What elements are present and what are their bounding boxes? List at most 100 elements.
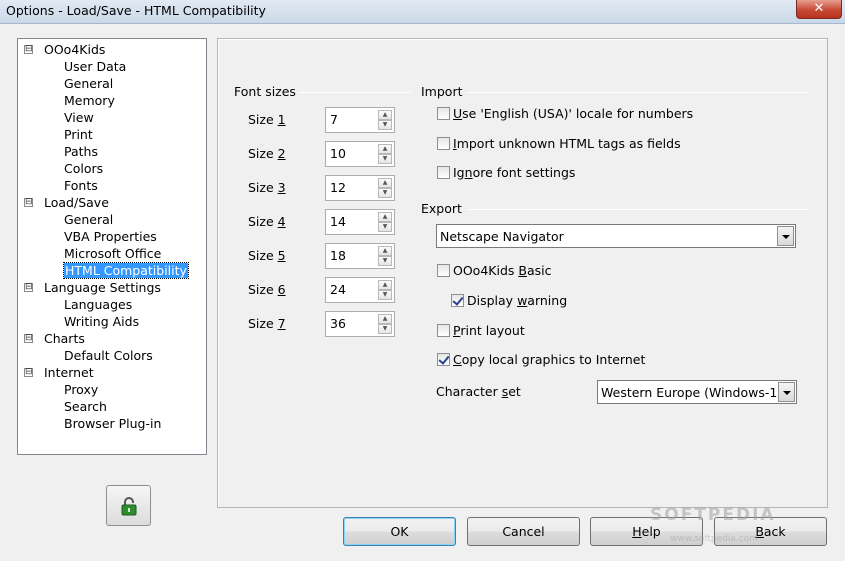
export-browser-value: Netscape Navigator <box>440 229 564 244</box>
import-unknown-tags-checkbox[interactable] <box>437 137 450 150</box>
font-size-value[interactable]: 7 <box>330 112 338 127</box>
spin-up-icon[interactable]: ▲ <box>378 314 392 324</box>
tree-item[interactable]: VBA Properties <box>64 228 157 245</box>
use-english-locale-label[interactable]: Use 'English (USA)' locale for numbers <box>453 106 693 121</box>
tree-item[interactable]: OOo4Kids <box>44 41 105 58</box>
tree-item[interactable]: Languages <box>64 296 132 313</box>
tree-item[interactable]: Charts <box>44 330 85 347</box>
character-set-value: Western Europe (Windows-1252 <box>601 385 779 400</box>
watermark-url: www.softpedia.com <box>670 534 758 544</box>
spin-down-icon[interactable]: ▼ <box>378 290 392 300</box>
font-size-spinbox[interactable]: 7 ▲ ▼ <box>325 107 395 133</box>
font-size-spinbox[interactable]: 12 ▲ ▼ <box>325 175 395 201</box>
import-heading: Import <box>421 84 463 99</box>
export-browser-select[interactable]: Netscape Navigator <box>436 224 796 248</box>
ok-button[interactable]: OK <box>343 517 456 546</box>
spin-down-icon[interactable]: ▼ <box>378 256 392 266</box>
close-button[interactable]: ✕ <box>796 0 842 19</box>
tree-item[interactable]: Paths <box>64 143 98 160</box>
tree-item[interactable]: Microsoft Office <box>64 245 161 262</box>
font-size-value[interactable]: 18 <box>330 248 346 263</box>
chevron-down-icon[interactable] <box>778 382 795 402</box>
font-size-value[interactable]: 36 <box>330 316 346 331</box>
copy-local-graphics-checkbox[interactable] <box>437 353 450 366</box>
font-size-spinbox[interactable]: 24 ▲ ▼ <box>325 277 395 303</box>
font-size-spinbox[interactable]: 18 ▲ ▼ <box>325 243 395 269</box>
character-set-label: Character set <box>436 384 521 399</box>
collapse-icon[interactable]: ⊟ <box>24 283 33 292</box>
tree-item[interactable]: Load/Save <box>44 194 109 211</box>
tree-item[interactable]: General <box>64 75 113 92</box>
tree-item-label: HTML Compatibility <box>63 262 189 279</box>
font-size-label: Size 5 <box>248 248 286 263</box>
tree-item[interactable]: View <box>64 109 94 126</box>
spin-up-icon[interactable]: ▲ <box>378 212 392 222</box>
spin-up-icon[interactable]: ▲ <box>378 280 392 290</box>
title-bar[interactable]: Options - Load/Save - HTML Compatibility… <box>0 0 845 24</box>
spin-up-icon[interactable]: ▲ <box>378 110 392 120</box>
tree-item[interactable]: Search <box>64 398 107 415</box>
tree-item[interactable]: Language Settings <box>44 279 161 296</box>
tree-item-label: Microsoft Office <box>64 246 162 261</box>
tree-item[interactable]: HTML Compatibility <box>63 262 189 279</box>
character-set-select[interactable]: Western Europe (Windows-1252 <box>597 380 797 404</box>
spin-down-icon[interactable]: ▼ <box>378 222 392 232</box>
tree-item[interactable]: Default Colors <box>64 347 153 364</box>
ooo4kids-basic-label[interactable]: OOo4Kids Basic <box>453 263 551 278</box>
print-layout-label[interactable]: Print layout <box>453 323 525 338</box>
spin-down-icon[interactable]: ▼ <box>378 120 392 130</box>
tree-item[interactable]: User Data <box>64 58 126 75</box>
spin-down-icon[interactable]: ▼ <box>378 324 392 334</box>
cancel-button[interactable]: Cancel <box>467 517 580 546</box>
tree-item[interactable]: Memory <box>64 92 115 109</box>
display-warning-checkbox[interactable] <box>451 294 464 307</box>
spin-up-icon[interactable]: ▲ <box>378 178 392 188</box>
font-size-spinbox[interactable]: 10 ▲ ▼ <box>325 141 395 167</box>
print-layout-checkbox[interactable] <box>437 324 450 337</box>
options-tree[interactable]: ⊟ OOo4Kids User Data General Memory View Print… <box>17 38 207 455</box>
spin-down-icon[interactable]: ▼ <box>378 154 392 164</box>
use-english-locale-checkbox[interactable] <box>437 107 450 120</box>
tree-item[interactable]: General <box>64 211 113 228</box>
font-size-spinbox[interactable]: 14 ▲ ▼ <box>325 209 395 235</box>
import-unknown-tags-label[interactable]: Import unknown HTML tags as fields <box>453 136 681 151</box>
font-size-label: Size 6 <box>248 282 286 297</box>
tree-item[interactable]: Browser Plug-in <box>64 415 161 432</box>
tree-item-label: Proxy <box>64 382 99 397</box>
collapse-icon[interactable]: ⊟ <box>24 368 33 377</box>
tree-item[interactable]: Writing Aids <box>64 313 139 330</box>
font-size-value[interactable]: 12 <box>330 180 346 195</box>
font-size-value[interactable]: 14 <box>330 214 346 229</box>
tree-item-label: VBA Properties <box>64 229 157 244</box>
font-size-label: Size 7 <box>248 316 286 331</box>
tree-item[interactable]: Colors <box>64 160 103 177</box>
lock-button[interactable] <box>106 485 151 526</box>
ignore-font-settings-label[interactable]: Ignore font settings <box>453 165 575 180</box>
copy-local-graphics-label[interactable]: Copy local graphics to Internet <box>453 352 645 367</box>
collapse-icon[interactable]: ⊟ <box>24 334 33 343</box>
spin-down-icon[interactable]: ▼ <box>378 188 392 198</box>
watermark-logo: SOFTPEDIA <box>650 505 776 525</box>
display-warning-label[interactable]: Display warning <box>467 293 567 308</box>
font-size-label: Size 3 <box>248 180 286 195</box>
spin-up-icon[interactable]: ▲ <box>378 246 392 256</box>
collapse-icon[interactable]: ⊟ <box>24 45 33 54</box>
font-size-spinbox[interactable]: 36 ▲ ▼ <box>325 311 395 337</box>
tree-item[interactable]: Print <box>64 126 93 143</box>
export-heading: Export <box>421 201 462 216</box>
chevron-down-icon[interactable] <box>777 226 794 246</box>
font-size-label: Size 1 <box>248 112 286 127</box>
tree-item[interactable]: Internet <box>44 364 94 381</box>
tree-item[interactable]: Proxy <box>64 381 98 398</box>
spin-up-icon[interactable]: ▲ <box>378 144 392 154</box>
font-size-value[interactable]: 24 <box>330 282 346 297</box>
font-sizes-heading: Font sizes <box>234 84 296 99</box>
ooo4kids-basic-checkbox[interactable] <box>437 264 450 277</box>
font-size-value[interactable]: 10 <box>330 146 346 161</box>
tree-item-label: Languages <box>64 297 133 312</box>
ignore-font-settings-checkbox[interactable] <box>437 166 450 179</box>
tree-item-label: Writing Aids <box>64 314 140 329</box>
import-separator <box>467 92 809 93</box>
tree-item[interactable]: Fonts <box>64 177 98 194</box>
collapse-icon[interactable]: ⊟ <box>24 198 33 207</box>
